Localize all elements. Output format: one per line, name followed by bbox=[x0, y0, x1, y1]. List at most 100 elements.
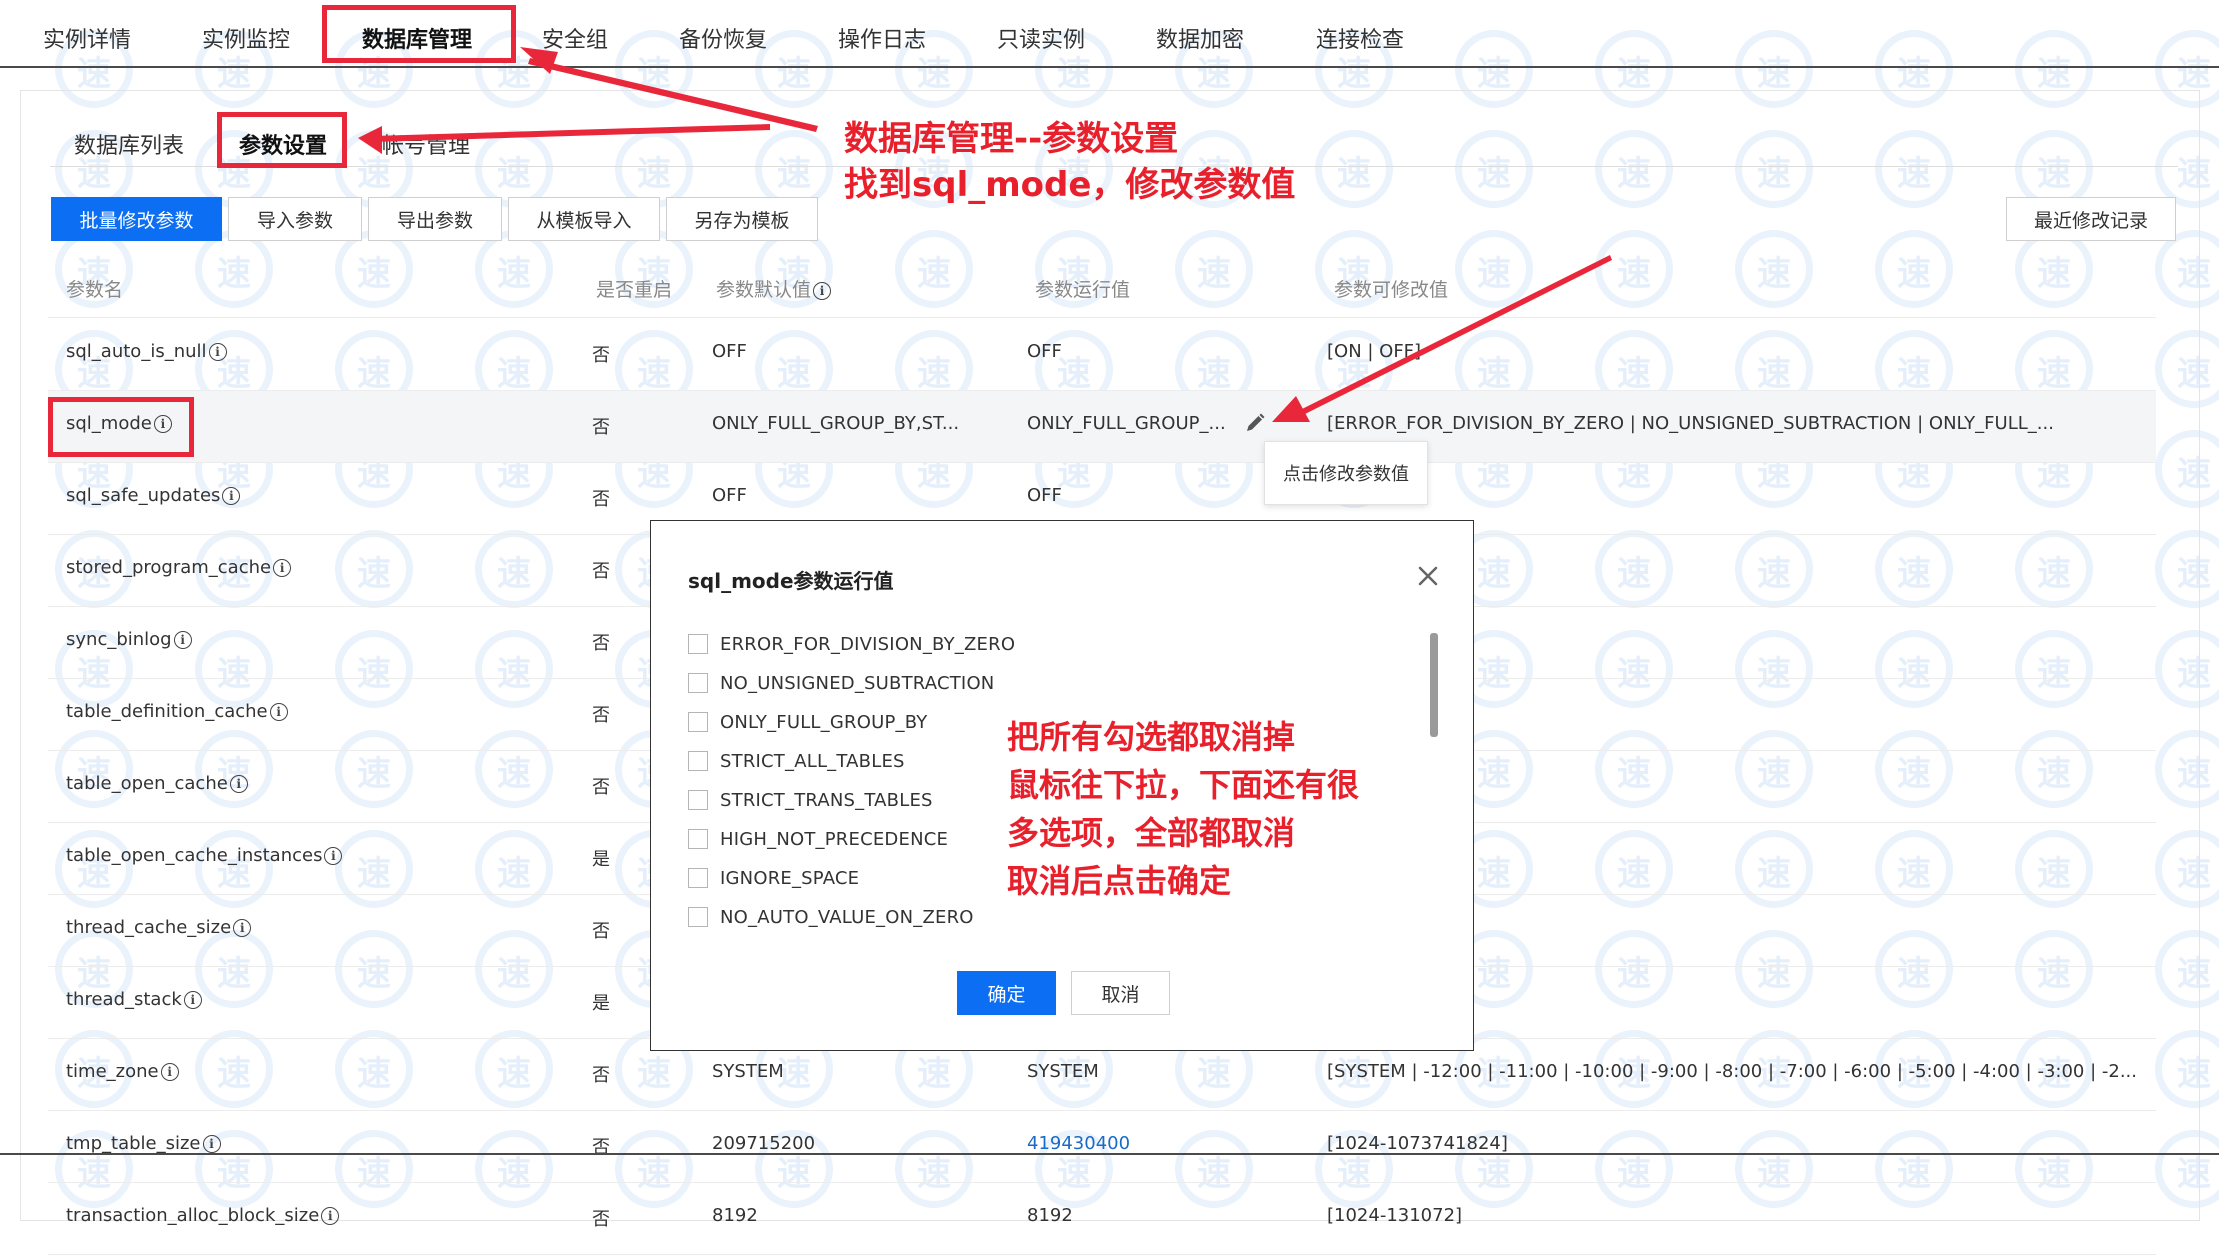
restart-flag: 否 bbox=[592, 345, 610, 366]
subtab-database-list[interactable]: 数据库列表 bbox=[74, 128, 184, 160]
dialog-title: sql_mode参数运行值 bbox=[688, 569, 894, 593]
info-icon[interactable]: i bbox=[813, 282, 832, 300]
option-checkbox[interactable] bbox=[688, 868, 708, 888]
restart-flag: 否 bbox=[592, 633, 610, 654]
restart-flag: 否 bbox=[592, 561, 610, 582]
restart-flag: 否 bbox=[592, 417, 610, 438]
table-divider bbox=[48, 317, 2156, 318]
sql-mode-option[interactable]: NO_AUTO_VALUE_ON_ZERO bbox=[688, 904, 974, 930]
export-params-button[interactable]: 导出参数 bbox=[368, 197, 502, 241]
sql-mode-option[interactable]: IGNORE_SPACE bbox=[688, 865, 859, 891]
info-icon[interactable]: i bbox=[324, 847, 343, 865]
restart-flag: 否 bbox=[592, 1065, 610, 1086]
restart-flag: 否 bbox=[592, 921, 610, 942]
info-icon[interactable]: i bbox=[222, 487, 241, 505]
option-label: ERROR_FOR_DIVISION_BY_ZERO bbox=[720, 633, 1016, 655]
header-param-name: 参数名 bbox=[66, 279, 124, 301]
param-name: table_definition_cache i bbox=[66, 701, 288, 722]
info-icon[interactable]: i bbox=[208, 343, 227, 361]
highlight-sql-mode-row bbox=[48, 397, 194, 457]
option-checkbox[interactable] bbox=[688, 907, 708, 927]
tab-readonly-instance[interactable]: 只读实例 bbox=[997, 22, 1085, 54]
restart-flag: 是 bbox=[592, 993, 610, 1014]
info-icon[interactable]: i bbox=[229, 775, 248, 793]
sql-mode-option[interactable]: STRICT_ALL_TABLES bbox=[688, 748, 905, 774]
batch-edit-button[interactable]: 批量修改参数 bbox=[51, 197, 222, 241]
sql-mode-option[interactable]: NO_UNSIGNED_SUBTRACTION bbox=[688, 670, 994, 696]
sql-mode-option[interactable]: HIGH_NOT_PRECEDENCE bbox=[688, 826, 948, 852]
running-value[interactable]: OFF bbox=[1027, 341, 1062, 362]
default-value: ONLY_FULL_GROUP_BY,ST... bbox=[712, 413, 960, 434]
edit-pencil-icon[interactable] bbox=[1244, 412, 1266, 434]
option-label: HIGH_NOT_PRECEDENCE bbox=[720, 828, 949, 850]
import-from-template-button[interactable]: 从模板导入 bbox=[508, 197, 660, 241]
option-checkbox[interactable] bbox=[688, 673, 708, 693]
save-as-template-button[interactable]: 另存为模板 bbox=[666, 197, 818, 241]
sql-mode-option[interactable]: ERROR_FOR_DIVISION_BY_ZERO bbox=[688, 631, 1015, 657]
restart-flag: 否 bbox=[592, 489, 610, 510]
tab-backup-restore[interactable]: 备份恢复 bbox=[679, 22, 767, 54]
cancel-button[interactable]: 取消 bbox=[1071, 971, 1170, 1015]
table-divider bbox=[48, 1182, 2156, 1183]
param-name: thread_stack i bbox=[66, 989, 202, 1010]
default-value: 209715200 bbox=[712, 1133, 816, 1154]
tab-security-group[interactable]: 安全组 bbox=[542, 22, 608, 54]
sql-mode-option[interactable]: ONLY_FULL_GROUP_BY bbox=[688, 709, 927, 735]
allowed-values: [SYSTEM | -12:00 | -11:00 | -10:00 | -9:… bbox=[1327, 1061, 2137, 1082]
info-icon[interactable]: i bbox=[321, 1207, 340, 1225]
info-icon[interactable]: i bbox=[269, 703, 288, 721]
option-checkbox[interactable] bbox=[688, 712, 708, 732]
info-icon[interactable]: i bbox=[183, 991, 202, 1009]
tab-instance-details[interactable]: 实例详情 bbox=[43, 22, 131, 54]
option-label: ONLY_FULL_GROUP_BY bbox=[720, 711, 928, 733]
default-value: OFF bbox=[712, 341, 747, 362]
option-checkbox[interactable] bbox=[688, 790, 708, 810]
subtab-account-management[interactable]: 帐号管理 bbox=[382, 128, 470, 160]
option-label: STRICT_TRANS_TABLES bbox=[720, 789, 933, 811]
info-icon[interactable]: i bbox=[160, 1063, 179, 1081]
tab-instance-monitor[interactable]: 实例监控 bbox=[202, 22, 290, 54]
default-value: SYSTEM bbox=[712, 1061, 784, 1082]
scrollbar-thumb[interactable] bbox=[1430, 633, 1438, 737]
default-value: 8192 bbox=[712, 1205, 758, 1226]
param-name: sql_auto_is_null i bbox=[66, 341, 227, 362]
running-value[interactable]: OFF bbox=[1027, 485, 1062, 506]
restart-flag: 是 bbox=[592, 849, 610, 870]
option-checkbox[interactable] bbox=[688, 751, 708, 771]
param-name: thread_cache_size i bbox=[66, 917, 252, 938]
param-name: table_open_cache_instances i bbox=[66, 845, 343, 866]
confirm-button[interactable]: 确定 bbox=[957, 971, 1056, 1015]
param-name: tmp_table_size i bbox=[66, 1133, 221, 1154]
option-label: NO_AUTO_VALUE_ON_ZERO bbox=[720, 906, 974, 928]
header-default-value: 参数默认值 i bbox=[716, 275, 832, 302]
param-name: transaction_alloc_block_size i bbox=[66, 1205, 340, 1226]
running-value[interactable]: ONLY_FULL_GROUP_... bbox=[1027, 413, 1226, 434]
restart-flag: 否 bbox=[592, 1209, 610, 1230]
param-name: table_open_cache i bbox=[66, 773, 248, 794]
option-checkbox[interactable] bbox=[688, 634, 708, 654]
option-label: STRICT_ALL_TABLES bbox=[720, 750, 905, 772]
sql-mode-option[interactable]: STRICT_TRANS_TABLES bbox=[688, 787, 933, 813]
info-icon[interactable]: i bbox=[202, 1135, 221, 1153]
header-running-value: 参数运行值 bbox=[1035, 279, 1131, 301]
header-allowed-values: 参数可修改值 bbox=[1334, 279, 1449, 301]
running-value[interactable]: 419430400 bbox=[1027, 1133, 1130, 1154]
tab-connection-check[interactable]: 连接检查 bbox=[1316, 22, 1404, 54]
restart-flag: 否 bbox=[592, 705, 610, 726]
import-params-button[interactable]: 导入参数 bbox=[228, 197, 362, 241]
tab-data-encryption[interactable]: 数据加密 bbox=[1156, 22, 1244, 54]
highlight-db-management-tab bbox=[322, 5, 516, 63]
restart-flag: 否 bbox=[592, 1137, 610, 1158]
tab-operation-log[interactable]: 操作日志 bbox=[838, 22, 926, 54]
running-value[interactable]: SYSTEM bbox=[1027, 1061, 1099, 1082]
running-value[interactable]: 8192 bbox=[1027, 1205, 1073, 1226]
table-divider bbox=[48, 390, 2156, 391]
info-icon[interactable]: i bbox=[273, 559, 292, 577]
info-icon[interactable]: i bbox=[173, 631, 192, 649]
annotation-heading: 数据库管理--参数设置 找到sql_mode，修改参数值 bbox=[844, 119, 1296, 205]
option-checkbox[interactable] bbox=[688, 829, 708, 849]
recent-changes-button[interactable]: 最近修改记录 bbox=[2006, 197, 2176, 241]
option-label: NO_UNSIGNED_SUBTRACTION bbox=[720, 672, 995, 694]
close-icon[interactable] bbox=[1415, 563, 1441, 589]
info-icon[interactable]: i bbox=[233, 919, 252, 937]
